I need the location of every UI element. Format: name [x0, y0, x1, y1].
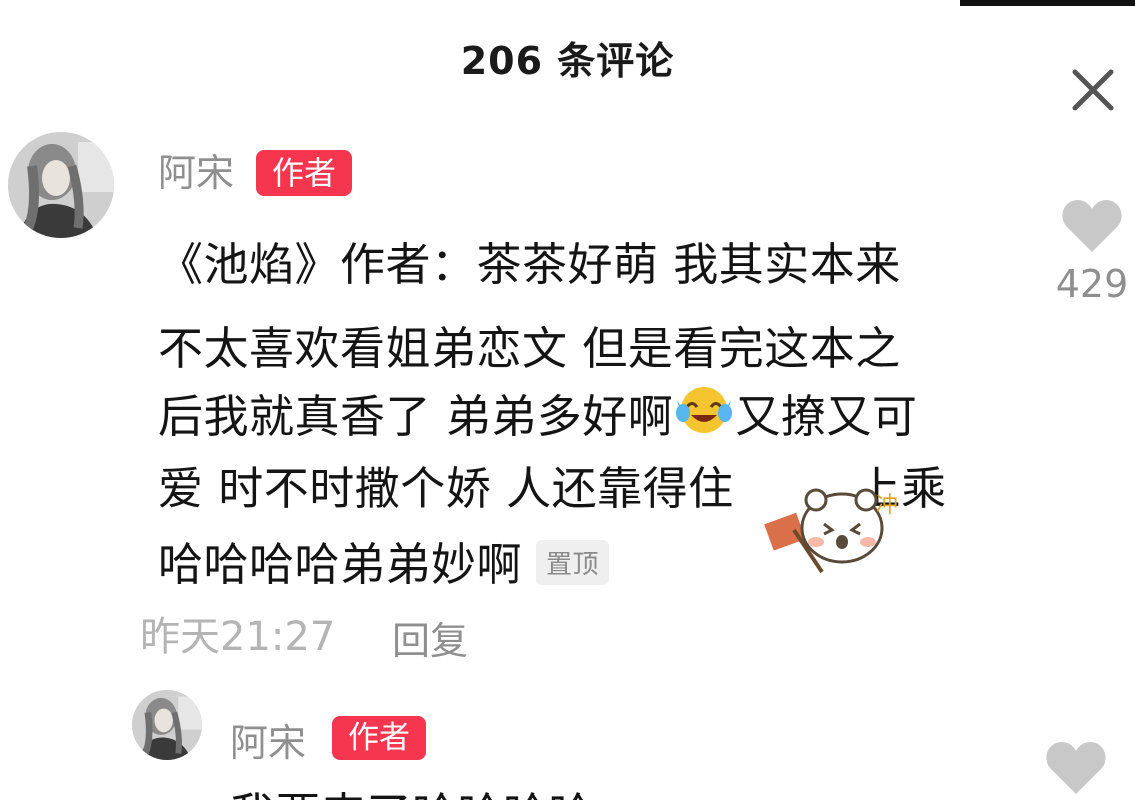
top-edge-strip	[960, 0, 1135, 6]
heart-icon	[1062, 200, 1122, 252]
comment-text-segment: 哈哈哈哈弟弟妙啊	[158, 538, 523, 591]
comment-text-line: 后我就真香了 弟弟多好啊 又撩又可	[158, 380, 917, 452]
username[interactable]: 阿宋	[230, 712, 306, 767]
like-button[interactable]: 429	[1052, 198, 1132, 306]
comment-text-line: 《池焰》作者：茶茶好萌 我其实本来	[158, 238, 901, 291]
bear-sticker-icon: 冲	[764, 468, 904, 578]
like-count: 429	[1055, 262, 1129, 306]
close-icon	[1072, 69, 1114, 111]
comment-text-segment: 后我就真香了 弟弟多好啊	[158, 390, 674, 443]
avatar[interactable]	[132, 690, 202, 760]
comment-text-segment: 又撩又可	[735, 390, 918, 443]
comment-text-line: 哈哈哈哈弟弟妙啊 置顶	[158, 528, 610, 593]
comment-count-title: 206 条评论	[460, 39, 675, 83]
author-badge: 作者	[256, 150, 352, 196]
comment-text-segment: 爱 时不时撒个娇 人还靠得住	[158, 462, 734, 515]
username[interactable]: 阿宋	[158, 142, 234, 197]
sticker-text: 冲	[876, 493, 898, 518]
comment-timestamp: 昨天21:27	[140, 614, 336, 660]
laugh-cry-emoji-icon	[673, 383, 735, 446]
comment-text-line: 我要来了哈哈哈哈	[230, 778, 594, 800]
avatar[interactable]	[8, 132, 114, 238]
author-badge: 作者	[332, 716, 426, 760]
heart-icon	[1046, 742, 1106, 794]
close-button[interactable]	[1065, 62, 1121, 118]
like-button[interactable]	[1036, 740, 1116, 800]
comment-sheet: 206 条评论 阿宋 作者 《池焰》作者：茶茶好萌 我其实本来 不太喜欢看姐弟恋…	[0, 0, 1135, 800]
reply-button[interactable]: 回复	[392, 610, 468, 665]
comment-text-line: 不太喜欢看姐弟恋文 但是看完这本之	[158, 322, 901, 375]
pinned-badge: 置顶	[536, 539, 610, 585]
